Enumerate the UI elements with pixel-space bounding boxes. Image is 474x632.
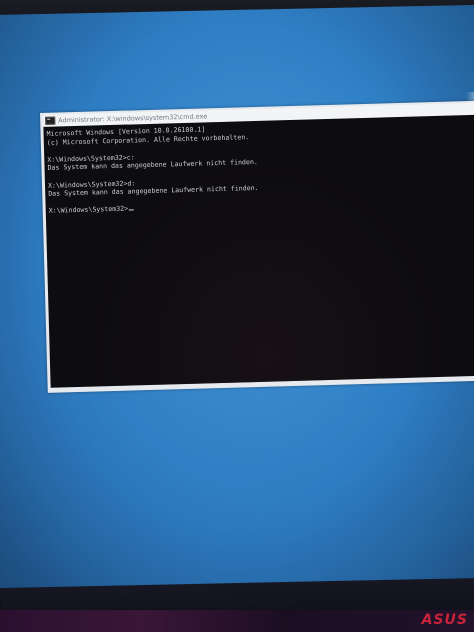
console-app-icon (45, 116, 56, 125)
desk-background (0, 610, 474, 632)
cmd-window[interactable]: Administrator: X:\windows\system32\cmd.e… (40, 100, 474, 393)
photo-scene: Administrator: X:\windows\system32\cmd.e… (0, 0, 474, 632)
console-output[interactable]: Microsoft Windows [Version 10.0.26100.1]… (43, 114, 474, 388)
brand-logo: ASUS (421, 612, 468, 628)
text-cursor (129, 209, 135, 211)
console-prompt: X:\Windows\System32> (48, 204, 129, 216)
